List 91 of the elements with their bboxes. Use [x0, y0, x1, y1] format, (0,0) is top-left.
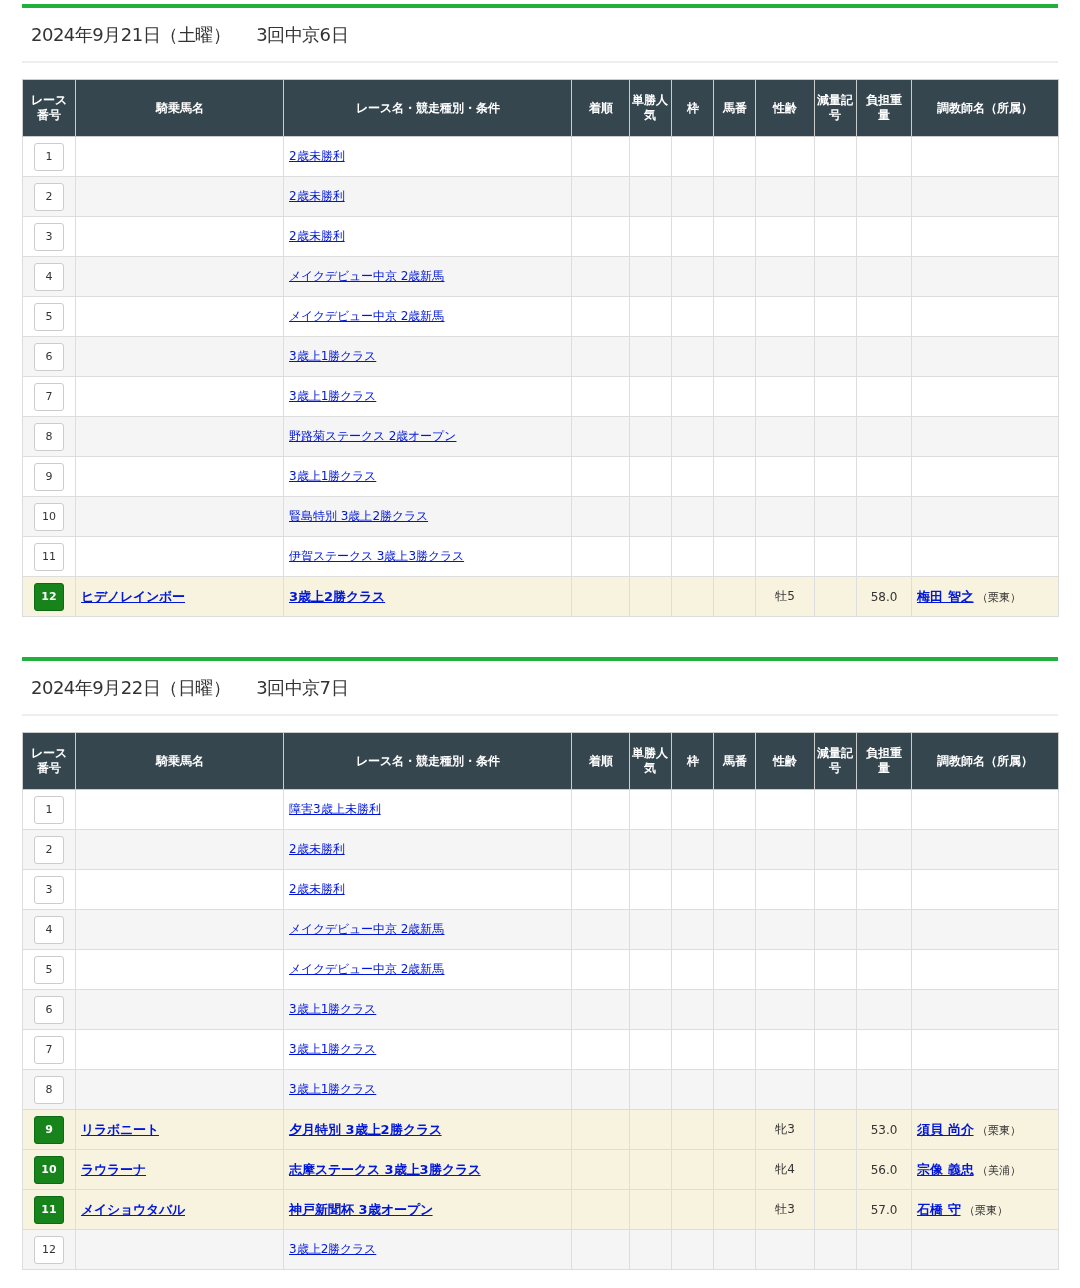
- race-name-link[interactable]: 賢島特別 3歳上2勝クラス: [289, 509, 429, 523]
- horse-name-link[interactable]: リラボニート: [81, 1121, 159, 1137]
- trainer-affiliation: （栗東）: [963, 1203, 1008, 1217]
- race-name-link[interactable]: 神戸新聞杯 3歳オープン: [289, 1201, 433, 1217]
- race-name-link[interactable]: 3歳上1勝クラス: [289, 389, 377, 403]
- race-number[interactable]: 7: [34, 1035, 64, 1064]
- race-number[interactable]: 11: [34, 1195, 64, 1224]
- trainer-affiliation: （栗東）: [976, 590, 1021, 604]
- race-number[interactable]: 10: [34, 502, 64, 531]
- meeting-name: 3回中京6日: [256, 22, 349, 47]
- sex-age: 牡3: [775, 1202, 795, 1216]
- horse-name-link[interactable]: ヒデノレインボー: [81, 588, 185, 604]
- column-header: 枠: [671, 732, 714, 790]
- column-header: 減量記号: [814, 79, 857, 137]
- carried-weight: 58.0: [870, 589, 898, 604]
- sex-age: 牝4: [775, 1162, 795, 1176]
- race-number[interactable]: 1: [34, 795, 64, 824]
- column-header: 着順: [571, 732, 630, 790]
- race-number[interactable]: 12: [34, 582, 64, 611]
- race-number[interactable]: 11: [34, 542, 64, 571]
- horse-name-link[interactable]: メイショウタバル: [81, 1201, 185, 1217]
- race-name-link[interactable]: 2歳未勝利: [289, 229, 345, 243]
- race-name-link[interactable]: メイクデビュー中京 2歳新馬: [289, 309, 445, 323]
- race-name-link[interactable]: 2歳未勝利: [289, 842, 345, 856]
- trainer-link[interactable]: 宗像 義忠: [917, 1161, 974, 1177]
- trainer-affiliation: （栗東）: [976, 1123, 1021, 1137]
- column-header: 性齢: [755, 79, 815, 137]
- column-header: レース名・競走種別・条件: [283, 732, 572, 790]
- race-number[interactable]: 12: [34, 1235, 64, 1264]
- race-name-link[interactable]: 3歳上2勝クラス: [289, 588, 386, 604]
- carried-weight: 56.0: [870, 1162, 898, 1177]
- race-name-link[interactable]: 2歳未勝利: [289, 149, 345, 163]
- race-number[interactable]: 10: [34, 1155, 64, 1184]
- race-name-link[interactable]: 3歳上1勝クラス: [289, 349, 377, 363]
- column-header: 負担重量: [856, 732, 912, 790]
- race-number[interactable]: 5: [34, 955, 64, 984]
- column-header: 馬番: [713, 732, 756, 790]
- column-header: 馬番: [713, 79, 756, 137]
- race-number[interactable]: 3: [34, 875, 64, 904]
- column-header: 調教師名（所属）: [911, 79, 1059, 137]
- race-name-link[interactable]: 3歳上1勝クラス: [289, 1082, 377, 1096]
- race-name-link[interactable]: 2歳未勝利: [289, 189, 345, 203]
- column-header: レース番号: [22, 79, 76, 137]
- race-number[interactable]: 9: [34, 462, 64, 491]
- column-header: 騎乗馬名: [75, 732, 284, 790]
- trainer-link[interactable]: 石橋 守: [917, 1201, 961, 1217]
- race-name-link[interactable]: 3歳上1勝クラス: [289, 1042, 377, 1056]
- race-number[interactable]: 1: [34, 142, 64, 171]
- race-name-link[interactable]: 野路菊ステークス 2歳オープン: [289, 429, 457, 443]
- column-header: 騎乗馬名: [75, 79, 284, 137]
- race-number[interactable]: 4: [34, 262, 64, 291]
- horse-name-link[interactable]: ラウラーナ: [81, 1161, 146, 1177]
- column-header: レース番号: [22, 732, 76, 790]
- race-number[interactable]: 8: [34, 422, 64, 451]
- column-header: 性齢: [755, 732, 815, 790]
- carried-weight: 57.0: [870, 1202, 898, 1217]
- race-number[interactable]: 7: [34, 382, 64, 411]
- race-date: 2024年9月22日（日曜）: [31, 675, 231, 700]
- column-header: 調教師名（所属）: [911, 732, 1059, 790]
- race-number[interactable]: 2: [34, 182, 64, 211]
- race-number[interactable]: 6: [34, 342, 64, 371]
- race-name-link[interactable]: 3歳上1勝クラス: [289, 1002, 377, 1016]
- column-header: 負担重量: [856, 79, 912, 137]
- race-number[interactable]: 3: [34, 222, 64, 251]
- column-header: 着順: [571, 79, 630, 137]
- column-header: 単勝人気: [629, 732, 672, 790]
- race-name-link[interactable]: 2歳未勝利: [289, 882, 345, 896]
- carried-weight: 53.0: [870, 1122, 898, 1137]
- sex-age: 牡5: [775, 589, 795, 603]
- trainer-link[interactable]: 須貝 尚介: [917, 1121, 974, 1137]
- race-name-link[interactable]: メイクデビュー中京 2歳新馬: [289, 962, 445, 976]
- race-name-link[interactable]: メイクデビュー中京 2歳新馬: [289, 269, 445, 283]
- race-number[interactable]: 4: [34, 915, 64, 944]
- race-number[interactable]: 8: [34, 1075, 64, 1104]
- race-date: 2024年9月21日（土曜）: [31, 22, 231, 47]
- race-number[interactable]: 2: [34, 835, 64, 864]
- race-number[interactable]: 6: [34, 995, 64, 1024]
- race-number[interactable]: 5: [34, 302, 64, 331]
- race-name-link[interactable]: 障害3歳上未勝利: [289, 802, 381, 816]
- trainer-affiliation: （美浦）: [976, 1163, 1021, 1177]
- race-name-link[interactable]: 3歳上2勝クラス: [289, 1242, 377, 1256]
- column-header: 単勝人気: [629, 79, 672, 137]
- meeting-name: 3回中京7日: [256, 675, 349, 700]
- race-name-link[interactable]: メイクデビュー中京 2歳新馬: [289, 922, 445, 936]
- column-header: 枠: [671, 79, 714, 137]
- trainer-link[interactable]: 梅田 智之: [917, 588, 974, 604]
- sex-age: 牝3: [775, 1122, 795, 1136]
- race-name-link[interactable]: 3歳上1勝クラス: [289, 469, 377, 483]
- column-header: 減量記号: [814, 732, 857, 790]
- column-header: レース名・競走種別・条件: [283, 79, 572, 137]
- race-number[interactable]: 9: [34, 1115, 64, 1144]
